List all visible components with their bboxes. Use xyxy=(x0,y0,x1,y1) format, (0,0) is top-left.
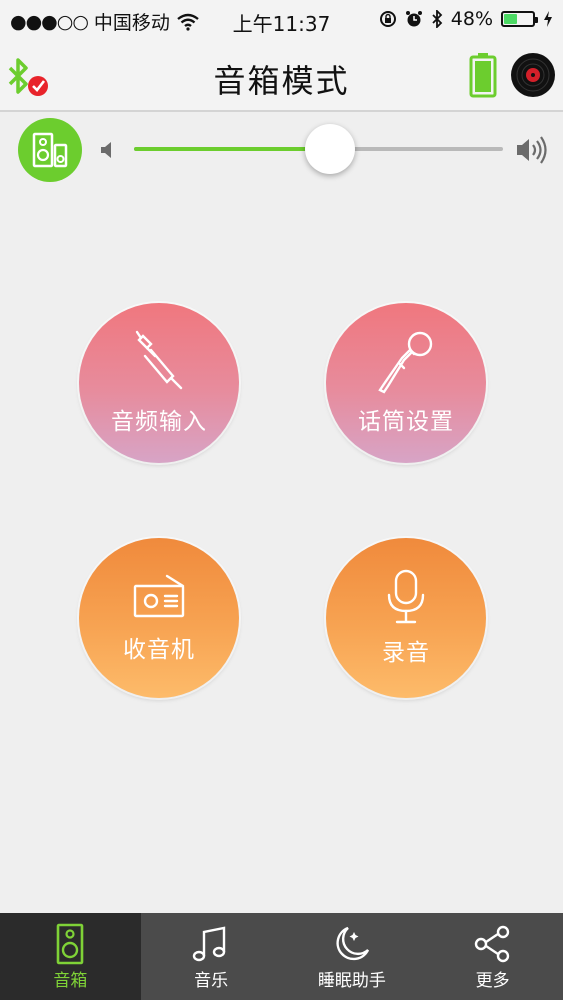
microphone-icon xyxy=(378,331,433,394)
recording-button[interactable]: 录音 xyxy=(326,538,486,698)
navigation-bar: 音箱模式 xyxy=(0,38,563,112)
charging-bolt-icon xyxy=(544,11,552,27)
status-right: 48% xyxy=(379,8,553,30)
tab-more[interactable]: 更多 xyxy=(422,913,563,1000)
tab-speaker[interactable]: 音箱 xyxy=(0,913,141,1000)
volume-high-icon xyxy=(517,136,547,164)
radio-label: 收音机 xyxy=(123,637,195,663)
volume-low-icon xyxy=(101,142,111,158)
recording-label: 录音 xyxy=(382,640,430,666)
alarm-icon xyxy=(405,11,422,27)
tab-music[interactable]: 音乐 xyxy=(141,913,282,1000)
microphone-settings-label: 话筒设置 xyxy=(358,409,454,435)
bluetooth-status-icon xyxy=(432,10,443,28)
audio-input-label: 音频输入 xyxy=(111,409,207,435)
speaker-mode-icon[interactable] xyxy=(18,118,82,182)
rotation-lock-icon xyxy=(379,11,396,27)
volume-slider[interactable] xyxy=(134,124,503,174)
tab-bar: 音箱 音乐 睡眠助手 更多 xyxy=(0,913,563,1000)
tab-sleep-assistant[interactable]: 睡眠助手 xyxy=(282,913,423,1000)
radio-button[interactable]: 收音机 xyxy=(79,538,239,698)
tab-music-label: 音乐 xyxy=(194,971,229,991)
music-note-icon xyxy=(192,926,226,962)
record-mic-icon xyxy=(387,569,425,624)
status-bar: ●●●○○ 中国移动 上午11:37 48% xyxy=(0,0,563,38)
tab-more-label: 更多 xyxy=(475,971,510,991)
microphone-settings-button[interactable]: 话筒设置 xyxy=(326,303,486,463)
moon-icon xyxy=(336,926,369,961)
vinyl-disc-icon[interactable] xyxy=(510,52,556,98)
battery-percent: 48% xyxy=(450,8,493,30)
volume-slider-fill xyxy=(134,147,330,151)
volume-control xyxy=(0,112,563,190)
audio-input-button[interactable]: 音频输入 xyxy=(79,303,239,463)
speaker-icon xyxy=(57,923,84,965)
battery-level-icon xyxy=(469,53,497,98)
audio-jack-icon xyxy=(135,330,183,390)
radio-icon xyxy=(133,574,185,618)
share-icon xyxy=(474,925,509,963)
volume-slider-thumb[interactable] xyxy=(304,124,355,174)
tab-speaker-label: 音箱 xyxy=(53,971,88,991)
battery-icon xyxy=(501,11,538,27)
tab-sleep-assistant-label: 睡眠助手 xyxy=(317,971,386,991)
